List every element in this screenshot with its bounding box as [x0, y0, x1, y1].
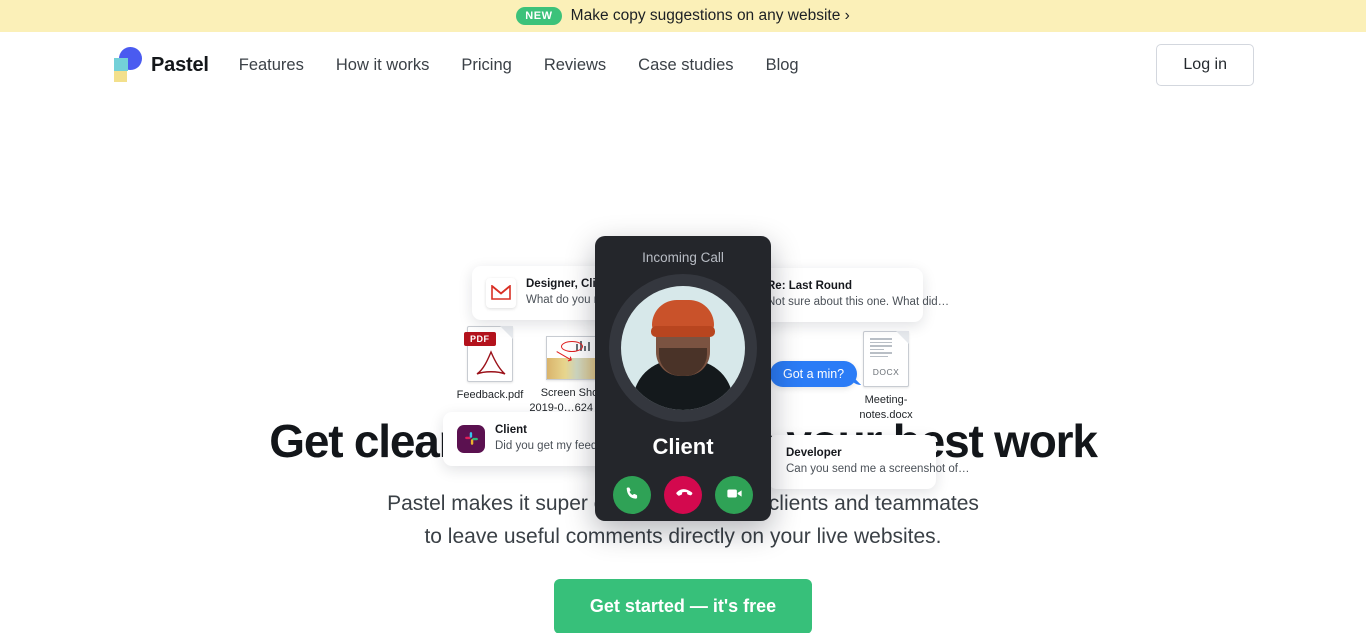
- docx-label: DOCX: [872, 367, 900, 377]
- caller-avatar-ring: [609, 274, 757, 422]
- developer-notification-body: Can you send me a screenshot of…: [786, 463, 970, 476]
- avatar-beanie-brim: [651, 326, 715, 337]
- incoming-call-card: Incoming Call Client: [595, 236, 771, 521]
- nav-item-how-it-works[interactable]: How it works: [336, 56, 430, 75]
- accept-call-button[interactable]: [613, 476, 651, 514]
- reply-notification-text: Re: Last Round Not sure about this one. …: [767, 279, 949, 311]
- new-badge: NEW: [516, 6, 562, 26]
- page-fold-icon: [500, 326, 513, 339]
- login-button[interactable]: Log in: [1156, 44, 1254, 86]
- reply-notification-card: Re: Last Round Not sure about this one. …: [745, 268, 949, 322]
- decline-call-button[interactable]: [664, 476, 702, 514]
- brand-name: Pastel: [151, 53, 209, 76]
- chat-bubble: Got a min?: [770, 361, 858, 387]
- document-lines-icon: [870, 338, 892, 359]
- announcement-banner[interactable]: NEW Make copy suggestions on any website…: [0, 0, 1366, 32]
- developer-notification-card: Developer Can you send me a screenshot o…: [768, 435, 969, 489]
- announcement-link[interactable]: Make copy suggestions on any website ›: [571, 7, 850, 25]
- reply-notification-title: Re: Last Round: [767, 280, 852, 292]
- site-header: Pastel Features How it works Pricing Rev…: [0, 32, 1366, 98]
- nav-item-features[interactable]: Features: [239, 56, 304, 75]
- docx-file-icon: DOCX: [863, 331, 909, 387]
- pdf-file-icon: PDF: [464, 326, 513, 382]
- video-camera-icon: [725, 484, 744, 506]
- video-call-button[interactable]: [715, 476, 753, 514]
- brand-logo[interactable]: Pastel: [112, 47, 209, 83]
- file-meeting-notes-caption-line1: Meeting-: [864, 394, 908, 406]
- slack-icon: [457, 424, 485, 453]
- reply-notification-body: Not sure about this one. What did…: [767, 296, 950, 309]
- developer-notification-title: Developer: [786, 447, 842, 459]
- nav-item-blog[interactable]: Blog: [766, 56, 799, 75]
- file-meeting-notes-caption-line2: notes.docx: [859, 408, 913, 421]
- hero-illustration: Designer, Client +3 What do you mean Re:…: [0, 98, 1366, 521]
- page-fold-icon: [896, 331, 909, 344]
- developer-notification-text: Developer Can you send me a screenshot o…: [786, 446, 969, 478]
- phone-hangup-icon: [674, 484, 693, 506]
- caller-name: Client: [652, 434, 714, 459]
- avatar: [621, 286, 745, 410]
- screenshot-thumbnail-icon: ⟶: [546, 336, 596, 380]
- pastel-logo-icon: [112, 47, 142, 83]
- call-actions: [613, 476, 753, 514]
- file-meeting-notes-caption: Meeting- notes.docx: [838, 393, 934, 423]
- phone-icon: [624, 485, 641, 505]
- nav-item-pricing[interactable]: Pricing: [461, 56, 511, 75]
- nav-item-case-studies[interactable]: Case studies: [638, 56, 733, 75]
- pdf-label: PDF: [464, 332, 496, 346]
- incoming-call-title: Incoming Call: [642, 250, 724, 265]
- get-started-button[interactable]: Get started — it's free: [553, 578, 813, 633]
- nav-item-reviews[interactable]: Reviews: [544, 56, 606, 75]
- logo-teal-shape: [114, 58, 128, 71]
- gmail-icon: [486, 277, 516, 308]
- hero-subheading-line2: to leave useful comments directly on you…: [424, 525, 942, 549]
- main-nav: Features How it works Pricing Reviews Ca…: [239, 56, 799, 75]
